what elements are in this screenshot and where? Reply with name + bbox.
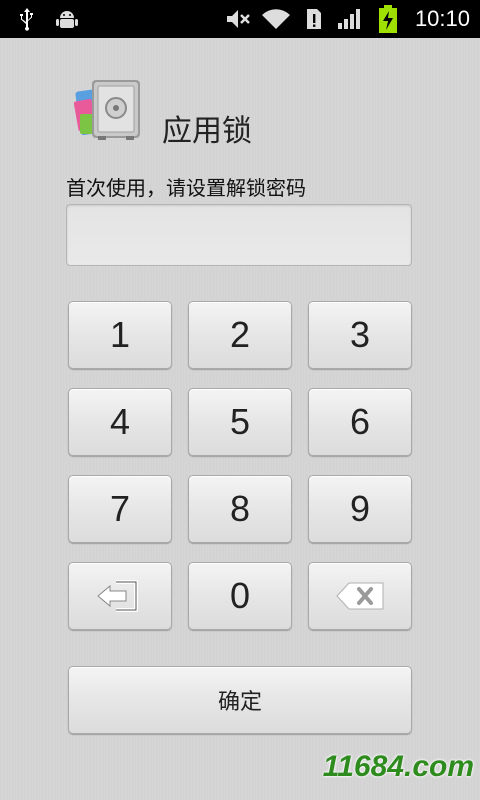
backspace-icon [335,581,385,611]
key-7[interactable]: 7 [68,475,172,543]
password-input[interactable] [66,204,412,266]
key-5[interactable]: 5 [188,388,292,456]
app-lock-safe-icon [73,74,146,146]
status-time: 10:10 [414,6,470,31]
key-1[interactable]: 1 [68,301,172,369]
confirm-button[interactable]: 确定 [68,666,412,734]
key-2[interactable]: 2 [188,301,292,369]
battery-charging-icon [376,0,400,38]
wifi-icon [260,0,292,38]
usb-icon [16,0,38,38]
key-9[interactable]: 9 [308,475,412,543]
key-0[interactable]: 0 [188,562,292,630]
mute-icon [224,0,252,38]
app-title: 应用锁 [162,114,252,149]
set-password-prompt: 首次使用，请设置解锁密码 [66,176,306,200]
signal-icon [336,0,364,38]
exit-button[interactable] [68,562,172,630]
watermark: 11684.com [322,750,474,783]
key-6[interactable]: 6 [308,388,412,456]
status-bar: 10:10 [0,0,480,38]
key-4[interactable]: 4 [68,388,172,456]
android-debug-icon [54,0,80,38]
backspace-button[interactable] [308,562,412,630]
exit-icon [96,579,144,613]
key-8[interactable]: 8 [188,475,292,543]
sim-alert-icon [304,0,324,38]
key-3[interactable]: 3 [308,301,412,369]
